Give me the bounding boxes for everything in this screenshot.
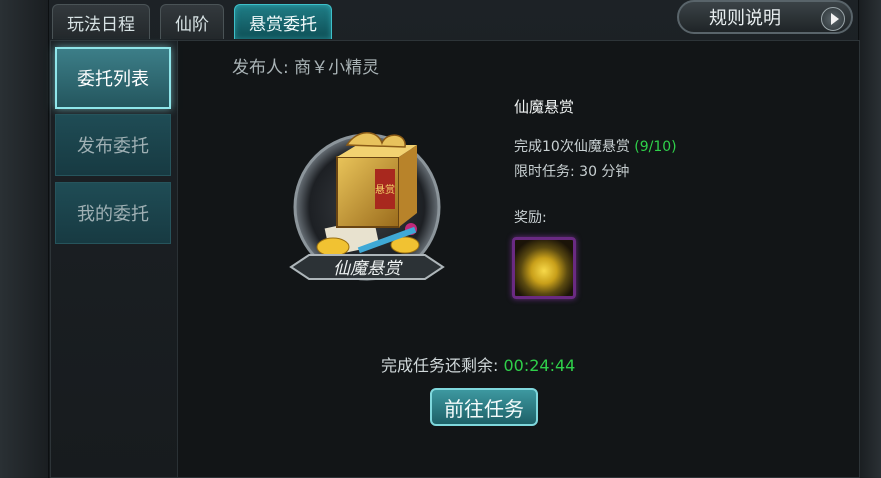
remaining-label: 完成任务还剩余: (381, 356, 499, 375)
quest-objective: 完成10次仙魔悬赏 (514, 139, 630, 155)
quest-progress: (9/10) (634, 139, 677, 155)
rules-button-label: 规则说明 (709, 8, 781, 29)
play-icon (821, 7, 845, 31)
tab-schedule[interactable]: 玩法日程 (52, 4, 150, 39)
gold-ingot-pile-icon[interactable] (512, 237, 576, 299)
bounty-emblem: 悬赏 仙魔悬赏 (289, 132, 445, 281)
top-tab-bar: 玩法日程 仙阶 悬赏委托 (52, 4, 332, 42)
left-frame-border (0, 0, 49, 478)
quest-time-limit: 限时任务: 30 分钟 (514, 164, 630, 180)
quest-title: 仙魔悬赏 (514, 98, 575, 116)
box-mark-text: 悬赏 (375, 184, 395, 196)
reward-label: 奖励: (514, 210, 547, 226)
emblem-banner: 仙魔悬赏 (289, 254, 445, 280)
sidebar: 委托列表 发布委托 我的委托 (51, 41, 178, 477)
publisher-label: 发布人: 商￥小精灵 (232, 58, 380, 78)
remaining-time: 完成任务还剩余: 00:24:44 (381, 352, 575, 376)
sidebar-item-commission-list[interactable]: 委托列表 (55, 47, 171, 109)
go-to-task-button[interactable]: 前往任务 (430, 388, 538, 426)
rules-button[interactable]: 规则说明 (677, 0, 853, 34)
right-frame-border (858, 0, 881, 478)
sidebar-item-publish-commission[interactable]: 发布委托 (55, 114, 171, 176)
remaining-timer: 00:24:44 (503, 356, 576, 375)
quest-objective-line: 完成10次仙魔悬赏 (9/10) (514, 136, 677, 156)
tab-immortal-rank[interactable]: 仙阶 (160, 4, 224, 39)
tab-bounty[interactable]: 悬赏委托 (234, 4, 332, 39)
emblem-caption: 仙魔悬赏 (333, 259, 403, 279)
sidebar-item-my-commissions[interactable]: 我的委托 (55, 182, 171, 244)
main-panel: 委托列表 发布委托 我的委托 发布人: 商￥小精灵 悬赏 仙魔悬赏 仙魔悬赏 完… (50, 40, 860, 478)
